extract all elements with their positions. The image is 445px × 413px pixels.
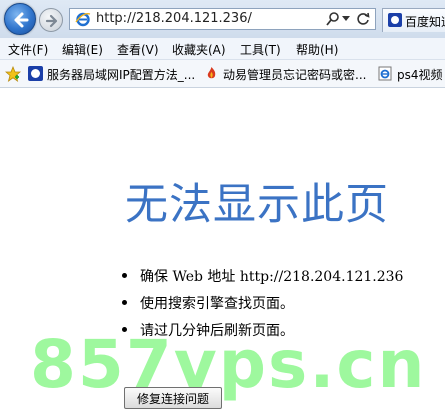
arrow-left-icon <box>14 12 29 28</box>
baidu-paw-icon <box>388 13 402 27</box>
favorite-label: ps4视频 <box>397 68 443 82</box>
ie-page-icon <box>378 66 392 81</box>
bullet-dot <box>122 273 127 278</box>
address-url[interactable]: http://218.204.121.236/ <box>96 11 252 26</box>
browser-tab[interactable]: 百度知道 <box>382 8 445 32</box>
favorite-label: 服务器局域网IP配置方法_... <box>47 68 196 82</box>
suggestion-text: 请过几分钟后刷新页面。 <box>140 323 294 339</box>
forward-button[interactable] <box>39 8 63 32</box>
flame-icon <box>207 67 216 79</box>
menu-file[interactable]: 文件(F) <box>8 41 48 58</box>
favorites-star-icon[interactable] <box>5 66 21 82</box>
page-title: 无法显示此页 <box>125 180 389 230</box>
back-button[interactable] <box>4 3 36 35</box>
suggestion-text: 使用搜索引擎查找页面。 <box>140 296 294 312</box>
navigation-bar: http://218.204.121.236/ 百度知道 <box>0 0 445 38</box>
arrow-right-icon <box>45 14 58 28</box>
search-icon[interactable] <box>326 11 340 27</box>
menu-favorites[interactable]: 收藏夹(A) <box>172 41 226 58</box>
favorite-label: 动易管理员忘记密码或密... <box>223 68 367 82</box>
menu-help[interactable]: 帮助(H) <box>296 41 338 58</box>
refresh-icon[interactable] <box>356 12 370 26</box>
bullet-dot <box>122 300 127 305</box>
menu-bar: 文件(F) 编辑(E) 查看(V) 收藏夹(A) 工具(T) 帮助(H) <box>0 38 445 60</box>
favorites-bar: 服务器局域网IP配置方法_... 动易管理员忘记密码或密... ps4视频 <box>0 60 445 88</box>
ie-logo-icon <box>75 12 91 27</box>
address-bar[interactable]: http://218.204.121.236/ <box>69 8 376 30</box>
tab-title: 百度知道 <box>405 15 445 29</box>
suggestion-text: 确保 Web 地址 http://218.204.121.236 <box>140 269 404 285</box>
baidu-paw-icon <box>28 66 43 81</box>
menu-view[interactable]: 查看(V) <box>117 41 159 58</box>
menu-tools[interactable]: 工具(T) <box>240 41 281 58</box>
bullet-dot <box>122 327 127 332</box>
menu-edit[interactable]: 编辑(E) <box>62 41 103 58</box>
chevron-down-icon[interactable] <box>342 16 350 22</box>
fix-connection-button[interactable]: 修复连接问题 <box>124 387 222 409</box>
